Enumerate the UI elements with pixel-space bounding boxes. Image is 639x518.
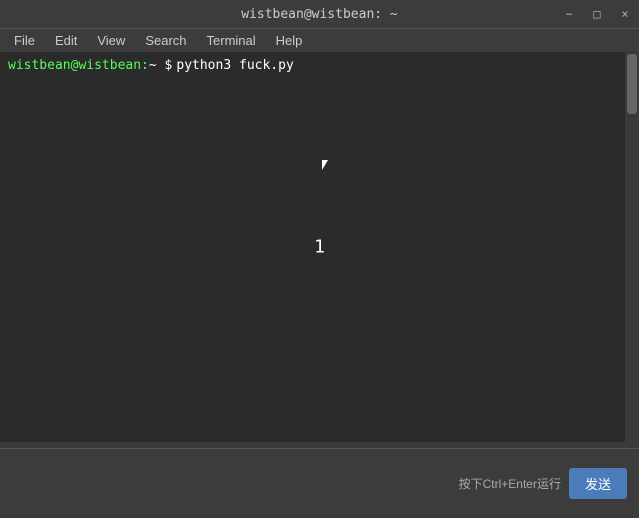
scrollbar-thumb[interactable] — [627, 54, 637, 114]
prompt-user: wistbean@wistbean: — [8, 58, 149, 73]
terminal-output: 1 — [314, 237, 325, 258]
maximize-button[interactable]: □ — [583, 0, 611, 28]
window-title: wistbean@wistbean: ~ — [241, 7, 398, 22]
prompt-command: python3 fuck.py — [176, 58, 293, 73]
minimize-icon: − — [565, 7, 572, 21]
maximize-icon: □ — [593, 7, 600, 21]
menu-search[interactable]: Search — [135, 31, 196, 50]
menu-edit[interactable]: Edit — [45, 31, 87, 50]
close-icon: × — [621, 7, 628, 21]
menu-view[interactable]: View — [87, 31, 135, 50]
terminal-area[interactable]: wistbean@wistbean: ~ $ python3 fuck.py 1 — [0, 52, 639, 442]
send-button[interactable]: 发送 — [569, 468, 627, 499]
window-controls: − □ × — [555, 0, 639, 28]
prompt-line: wistbean@wistbean: ~ $ python3 fuck.py — [8, 58, 631, 73]
terminal-content: wistbean@wistbean: ~ $ python3 fuck.py — [0, 52, 639, 79]
menu-bar: File Edit View Search Terminal Help — [0, 28, 639, 52]
bottom-toolbar: 按下Ctrl+Enter运行 发送 — [0, 448, 639, 518]
title-bar: wistbean@wistbean: ~ − □ × — [0, 0, 639, 28]
menu-terminal[interactable]: Terminal — [197, 31, 266, 50]
minimize-button[interactable]: − — [555, 0, 583, 28]
menu-help[interactable]: Help — [266, 31, 313, 50]
close-button[interactable]: × — [611, 0, 639, 28]
prompt-path: ~ — [149, 58, 157, 73]
menu-file[interactable]: File — [4, 31, 45, 50]
keyboard-hint: 按下Ctrl+Enter运行 — [459, 475, 561, 492]
terminal-scrollbar[interactable] — [625, 52, 639, 442]
prompt-dollar: $ — [157, 58, 173, 73]
